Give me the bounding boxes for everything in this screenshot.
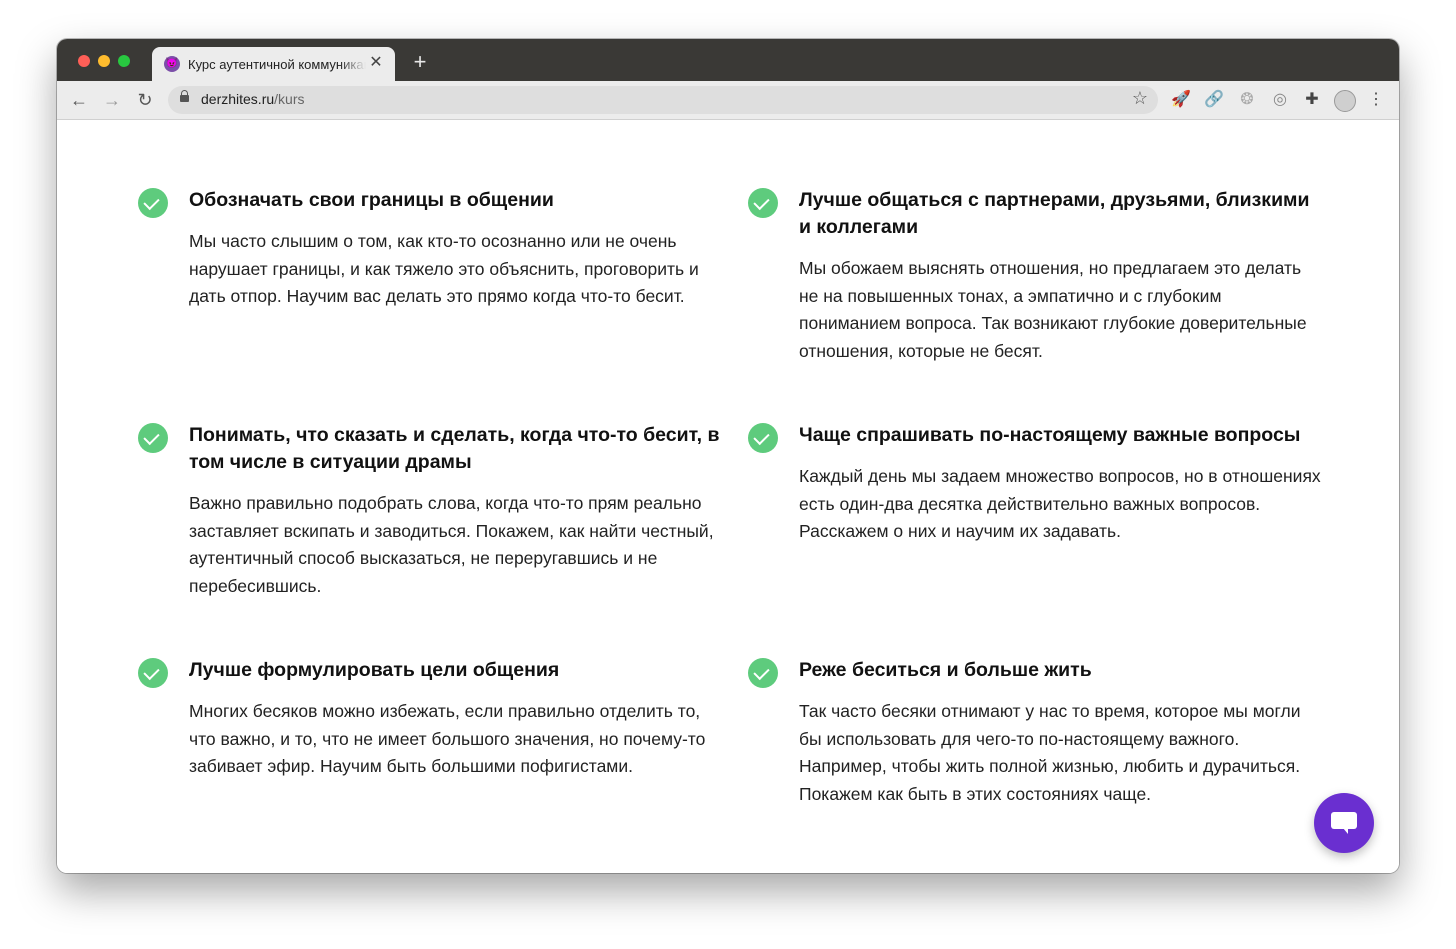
lock-icon	[180, 90, 189, 102]
address-bar[interactable]: derzhites.ru/kurs ☆	[168, 86, 1158, 114]
feature-text: Каждый день мы задаем множество вопросов…	[799, 466, 1321, 541]
tab-close-icon[interactable]: ✕	[367, 54, 385, 72]
feature-title: Понимать, что сказать и сделать, когда ч…	[189, 424, 720, 473]
feature-text: Так часто бесяки отнимают у нас то время…	[799, 701, 1301, 804]
feature-text: Многих бесяков можно избежать, если прав…	[189, 701, 706, 776]
feature-title: Реже беситься и больше жить	[799, 659, 1092, 681]
feature-text: Мы часто слышим о том, как кто-то осозна…	[189, 231, 699, 306]
feature-title: Обозначать свои границы в общении	[189, 189, 554, 211]
url-text: derzhites.ru/kurs	[201, 91, 305, 107]
check-icon	[138, 658, 168, 688]
minimize-window-button[interactable]	[98, 55, 110, 67]
new-tab-button[interactable]: +	[409, 51, 431, 73]
more-menu-icon[interactable]: ⋮	[1365, 89, 1387, 111]
page-content: Обозначать свои границы в общении Мы час…	[57, 120, 1399, 873]
devil-favicon-icon: 😈	[164, 56, 180, 72]
feature-title: Лучше формулировать цели общения	[189, 659, 560, 681]
feature-item: Реже беситься и больше жить Так часто бе…	[748, 657, 1324, 808]
browser-toolbar: ← → ↻ derzhites.ru/kurs ☆ 🚀 🔗 ❂ ◎ ✚ ⋮	[57, 81, 1399, 120]
feature-item: Чаще спрашивать по-настоящему важные воп…	[748, 422, 1324, 546]
check-icon	[748, 188, 778, 218]
feature-item: Лучше общаться с партнерами, друзьями, б…	[748, 187, 1324, 365]
url-host: derzhites.ru	[201, 91, 275, 107]
close-window-button[interactable]	[78, 55, 90, 67]
check-icon	[748, 423, 778, 453]
maximize-window-button[interactable]	[118, 55, 130, 67]
tab-bar: 😈 Курс аутентичной коммуникации ✕ +	[57, 39, 1399, 81]
feature-title: Лучше общаться с партнерами, друзьями, б…	[799, 189, 1310, 238]
bookmark-star-icon[interactable]: ☆	[1132, 88, 1148, 109]
target-icon[interactable]: ◎	[1269, 89, 1291, 111]
feature-item: Обозначать свои границы в общении Мы час…	[138, 187, 729, 311]
browser-tab[interactable]: 😈 Курс аутентичной коммуникации ✕	[152, 47, 395, 81]
feature-text: Важно правильно подобрать слова, когда ч…	[189, 493, 714, 596]
forward-button[interactable]: →	[101, 89, 123, 111]
chat-widget-button[interactable]	[1314, 793, 1374, 853]
check-icon	[138, 423, 168, 453]
back-button[interactable]: ←	[68, 89, 90, 111]
profile-avatar[interactable]	[1334, 90, 1356, 112]
check-icon	[138, 188, 168, 218]
chat-bubble-icon	[1331, 812, 1357, 834]
feature-title: Чаще спрашивать по-настоящему важные воп…	[799, 424, 1301, 446]
feature-text: Мы обожаем выяснять отношения, но предла…	[799, 258, 1307, 361]
check-icon	[748, 658, 778, 688]
rocket-icon[interactable]: 🚀	[1170, 89, 1192, 111]
feature-item: Лучше формулировать цели общения Многих …	[138, 657, 729, 781]
dial-icon[interactable]: ❂	[1236, 89, 1258, 111]
url-path: /kurs	[274, 91, 305, 107]
link-icon[interactable]: 🔗	[1203, 89, 1225, 111]
browser-window: 😈 Курс аутентичной коммуникации ✕ + ← → …	[57, 39, 1399, 873]
tab-title: Курс аутентичной коммуникации	[188, 57, 366, 72]
feature-item: Понимать, что сказать и сделать, когда ч…	[138, 422, 729, 600]
reload-button[interactable]: ↻	[134, 89, 156, 111]
puzzle-icon[interactable]: ✚	[1301, 89, 1323, 111]
